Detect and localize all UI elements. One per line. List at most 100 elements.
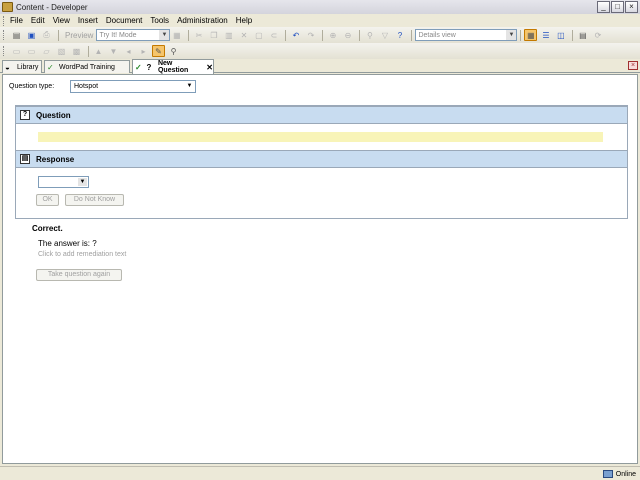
insert-package-icon[interactable]: ▩ xyxy=(70,45,83,57)
question-type-value: Hotspot xyxy=(74,83,99,90)
search-icon[interactable]: ⚲ xyxy=(167,45,180,57)
take-question-again-button[interactable]: Take question again xyxy=(36,269,122,281)
question-panel: ? Question ▤ Response ▼ OK Do Not Know xyxy=(15,105,628,219)
close-pane-icon[interactable]: × xyxy=(628,61,638,70)
main-toolbar: ▤ ▣ ⎙ Preview Try It! Mode ▼ ▦ ✂ ❐ ▥ ✕ ▢… xyxy=(0,27,640,43)
checkmark-icon: ✓ xyxy=(47,62,54,72)
window-controls: _ □ × xyxy=(597,1,638,13)
toolbar-separator xyxy=(359,29,361,41)
toolbar-separator xyxy=(188,29,190,41)
save-icon[interactable]: ▣ xyxy=(25,29,38,41)
link-icon[interactable]: ⊂ xyxy=(267,29,280,41)
toolbar-grip xyxy=(3,30,6,40)
window-title: Content - Developer xyxy=(16,2,88,12)
demote-icon[interactable]: ▸ xyxy=(137,45,150,57)
connection-status-label: Online xyxy=(615,470,636,478)
menu-help[interactable]: Help xyxy=(236,16,252,25)
publish-icon[interactable]: ▦ xyxy=(170,29,183,41)
refresh-icon[interactable]: ⟳ xyxy=(591,29,604,41)
preview-button[interactable]: Preview xyxy=(65,31,93,40)
menu-view[interactable]: View xyxy=(53,16,70,25)
outline-toolbar: ▭ ▭ ▱ ▧ ▩ ▲ ▼ ◂ ▸ ✎ ⚲ xyxy=(0,43,640,59)
menu-grip xyxy=(3,15,6,26)
answer-text: The answer is: ? xyxy=(38,239,97,248)
ok-button[interactable]: OK xyxy=(36,194,59,206)
tab-label: New Question xyxy=(157,60,189,74)
help-icon[interactable]: ? xyxy=(393,29,406,41)
menu-insert[interactable]: Insert xyxy=(78,16,98,25)
question-icon: ? xyxy=(20,110,30,120)
question-doc-icon: ? xyxy=(146,62,152,72)
do-not-know-button[interactable]: Do Not Know xyxy=(65,194,124,206)
feedback-result: Correct. xyxy=(32,224,63,233)
tab-label: Library xyxy=(17,63,39,71)
chevron-down-icon: ▼ xyxy=(78,178,87,186)
chevron-down-icon: ▼ xyxy=(159,30,170,40)
close-button[interactable]: × xyxy=(625,1,638,13)
question-section-header: ? Question xyxy=(16,106,627,124)
zoom-out-icon[interactable]: ⊖ xyxy=(341,29,354,41)
menu-administration[interactable]: Administration xyxy=(177,16,228,25)
copy-icon[interactable]: ❐ xyxy=(207,29,220,41)
filter-icon[interactable]: ▽ xyxy=(378,29,391,41)
question-text-field[interactable] xyxy=(38,132,603,142)
cut-icon[interactable]: ✂ xyxy=(192,29,205,41)
find-icon[interactable]: ⚲ xyxy=(363,29,376,41)
properties-panel-icon[interactable]: ▤ xyxy=(576,29,589,41)
question-editor: Question type: Hotspot ▼ ? Question ▤ Re… xyxy=(2,74,638,464)
menu-tools[interactable]: Tools xyxy=(150,16,169,25)
toolbar-separator xyxy=(88,45,89,57)
view-select-value: Details view xyxy=(418,31,456,39)
toolbar-separator xyxy=(285,29,287,41)
tab-wordpad-training[interactable]: ✓ WordPad Training xyxy=(44,60,130,73)
layout-split-vertical-icon[interactable]: ◫ xyxy=(554,29,567,41)
menu-file[interactable]: File xyxy=(10,16,23,25)
menu-document[interactable]: Document xyxy=(106,16,142,25)
response-select[interactable]: ▼ xyxy=(38,176,89,188)
checkmark-icon: ✓ xyxy=(135,62,142,72)
mode-select[interactable]: Try It! Mode ▼ xyxy=(96,29,171,41)
response-section-title: Response xyxy=(36,154,75,164)
toolbar-separator xyxy=(520,29,522,41)
document-tab-strip: ◒ Library ✓ WordPad Training ✓ ? New Que… xyxy=(0,59,640,74)
maximize-button[interactable]: □ xyxy=(611,1,624,13)
move-up-icon[interactable]: ▲ xyxy=(92,45,105,57)
insert-section-icon[interactable]: ▭ xyxy=(10,45,23,57)
tab-new-question[interactable]: ✓ ? New Question ✕ xyxy=(132,59,214,74)
layout-full-icon[interactable]: ▦ xyxy=(524,29,538,41)
connection-status: Online xyxy=(602,470,636,478)
undo-icon[interactable]: ↶ xyxy=(289,29,302,41)
open-icon[interactable]: ▤ xyxy=(10,29,23,41)
question-type-select[interactable]: Hotspot ▼ xyxy=(70,80,196,93)
remediation-placeholder[interactable]: Click to add remediation text xyxy=(38,251,126,258)
app-icon xyxy=(2,2,13,12)
status-bar: Online xyxy=(0,466,640,480)
paste-icon[interactable]: ▥ xyxy=(222,29,235,41)
insert-document-icon[interactable]: ▱ xyxy=(40,45,53,57)
layout-split-horizontal-icon[interactable]: ☰ xyxy=(539,29,552,41)
network-icon xyxy=(602,470,613,478)
insert-web-page-icon[interactable]: ▧ xyxy=(55,45,68,57)
close-tab-icon[interactable]: ✕ xyxy=(206,63,213,72)
view-select[interactable]: Details view ▼ xyxy=(415,29,518,41)
minimize-button[interactable]: _ xyxy=(597,1,610,13)
menu-edit[interactable]: Edit xyxy=(31,16,45,25)
promote-icon[interactable]: ◂ xyxy=(122,45,135,57)
mode-select-value: Try It! Mode xyxy=(99,31,137,39)
delete-icon[interactable]: ✕ xyxy=(237,29,250,41)
zoom-in-icon[interactable]: ⊕ xyxy=(326,29,339,41)
properties-icon[interactable]: ▢ xyxy=(252,29,265,41)
chevron-down-icon: ▼ xyxy=(506,30,517,40)
menu-bar: File Edit View Insert Document Tools Adm… xyxy=(0,14,640,27)
move-down-icon[interactable]: ▼ xyxy=(107,45,120,57)
tab-library[interactable]: ◒ Library xyxy=(2,60,42,73)
library-icon: ◒ xyxy=(5,62,10,72)
insert-topic-icon[interactable]: ▭ xyxy=(25,45,38,57)
question-type-label: Question type: xyxy=(9,83,55,90)
redo-icon[interactable]: ↷ xyxy=(304,29,317,41)
edit-pencil-icon[interactable]: ✎ xyxy=(152,45,165,57)
chevron-down-icon: ▼ xyxy=(186,83,193,89)
toolbar-separator xyxy=(572,29,574,41)
toolbar-separator xyxy=(322,29,324,41)
print-icon[interactable]: ⎙ xyxy=(40,29,53,41)
